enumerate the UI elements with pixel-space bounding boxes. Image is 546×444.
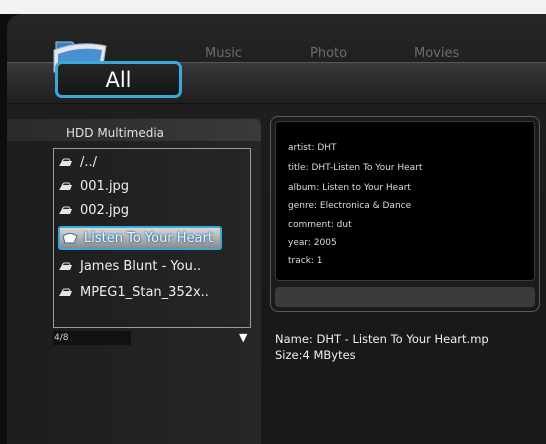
meta-track: track: 1 bbox=[288, 256, 323, 266]
tab-all[interactable]: All bbox=[55, 61, 182, 98]
file-icon bbox=[59, 182, 72, 190]
meta-album: album: Listen to Your Heart bbox=[288, 183, 411, 193]
meta-genre: genre: Electronica & Dance bbox=[288, 201, 412, 211]
music-note-icon bbox=[62, 233, 78, 244]
list-item-selected[interactable]: Listen To Your Heart bbox=[58, 226, 222, 250]
file-icon bbox=[59, 206, 72, 214]
info-panel-footer bbox=[275, 287, 535, 307]
list-item-label: MPEG1_Stan_352x.. bbox=[80, 284, 209, 300]
source-label: HDD Multimedia bbox=[66, 126, 165, 140]
file-icon bbox=[59, 262, 72, 270]
list-item-label: 002.jpg bbox=[80, 202, 130, 218]
down-arrow-icon[interactable]: ▼ bbox=[239, 331, 247, 344]
file-icon bbox=[59, 158, 72, 166]
file-name: Name: DHT - Listen To Your Heart.mp bbox=[275, 332, 489, 346]
list-item-label: Listen To Your Heart bbox=[84, 230, 213, 246]
list-item-label: James Blunt - You.. bbox=[80, 258, 202, 274]
list-item[interactable]: 002.jpg bbox=[58, 198, 129, 222]
meta-comment: comment: dut bbox=[288, 220, 352, 230]
meta-title: title: DHT-Listen To Your Heart bbox=[288, 163, 423, 173]
list-item[interactable]: James Blunt - You.. bbox=[58, 254, 201, 278]
list-item-label: 001.jpg bbox=[80, 178, 130, 194]
list-item[interactable]: 001.jpg bbox=[58, 174, 129, 198]
file-size: Size:4 MBytes bbox=[275, 348, 356, 362]
file-icon bbox=[59, 288, 72, 296]
list-item-label: /../ bbox=[80, 154, 98, 170]
list-item[interactable]: MPEG1_Stan_352x.. bbox=[58, 280, 209, 304]
tab-all-label: All bbox=[105, 67, 132, 92]
top-strip bbox=[0, 0, 546, 14]
meta-artist: artist: DHT bbox=[288, 143, 337, 153]
list-item[interactable]: /../ bbox=[58, 150, 97, 174]
tab-photo[interactable]: Photo bbox=[310, 46, 347, 61]
tab-movies[interactable]: Movies bbox=[414, 46, 459, 61]
item-counter: 4/8 bbox=[54, 333, 69, 343]
meta-year: year: 2005 bbox=[288, 238, 337, 248]
tab-music[interactable]: Music bbox=[205, 46, 242, 61]
